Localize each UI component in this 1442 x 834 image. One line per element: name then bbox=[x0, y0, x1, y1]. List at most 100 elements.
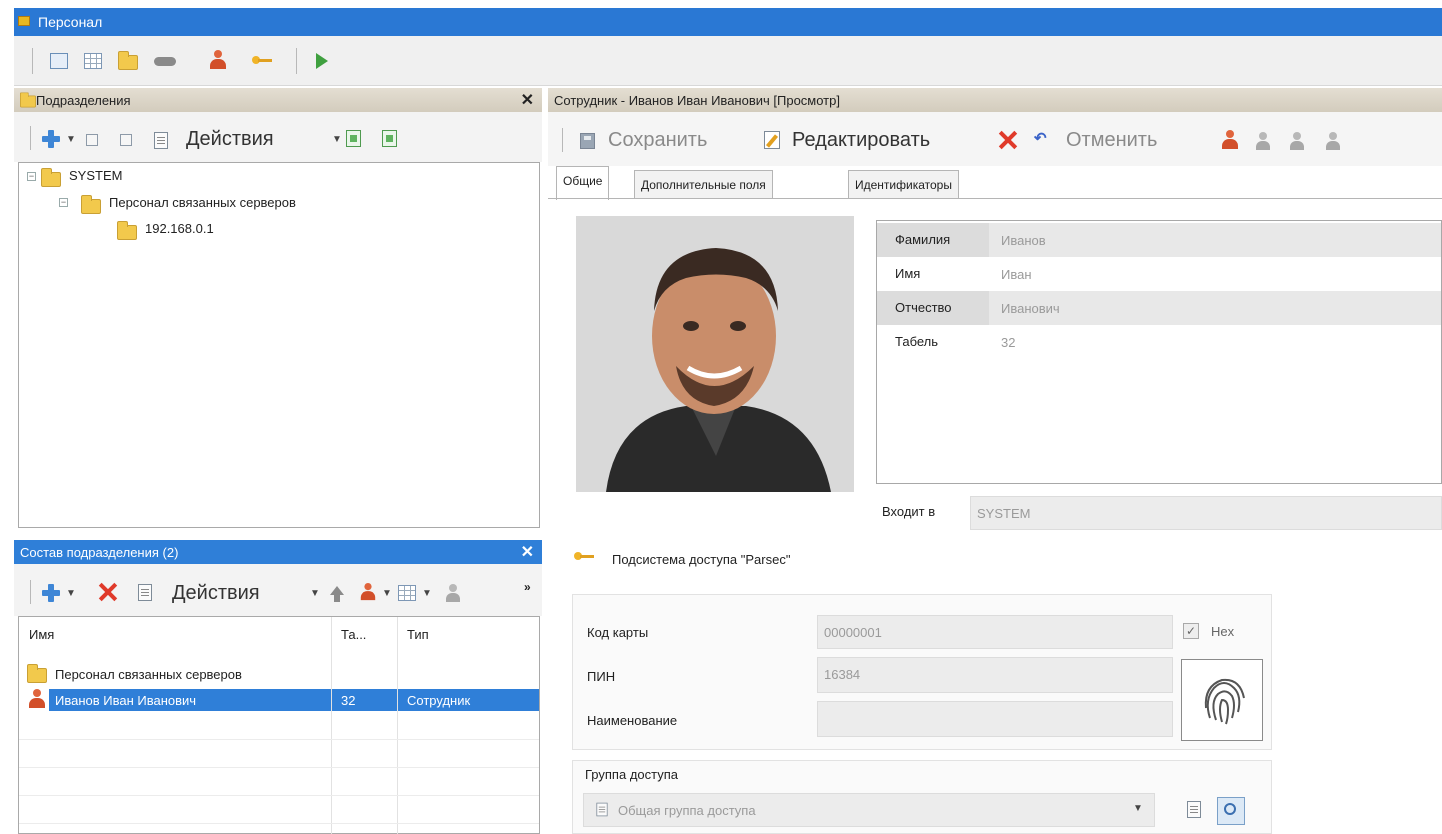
toolbar-separator bbox=[30, 580, 31, 604]
hex-checkbox[interactable]: ✓ bbox=[1183, 623, 1199, 639]
edit-icon[interactable] bbox=[764, 131, 780, 149]
folder-icon[interactable] bbox=[118, 51, 138, 70]
table-row-selected[interactable]: Иванов Иван Иванович 32 Сотрудник bbox=[19, 687, 539, 713]
chevron-down-icon[interactable]: ▼ bbox=[310, 588, 320, 599]
field-row-tab-number: Табель 32 bbox=[877, 325, 1441, 359]
row-divider bbox=[19, 795, 539, 796]
tree-node[interactable]: Персонал связанных серверов bbox=[109, 195, 296, 210]
fingerprint-button[interactable] bbox=[1181, 659, 1263, 741]
properties-icon[interactable] bbox=[154, 132, 168, 149]
chevron-down-icon[interactable]: ▼ bbox=[332, 134, 342, 145]
tab-identifiers[interactable]: Идентификаторы bbox=[848, 170, 959, 198]
person-export-icon[interactable] bbox=[1326, 132, 1340, 150]
add-icon[interactable] bbox=[42, 584, 60, 602]
pin-field[interactable]: 16384 bbox=[817, 657, 1173, 693]
copy-icon[interactable] bbox=[1187, 801, 1201, 818]
person-group-icon[interactable] bbox=[360, 583, 376, 601]
folder-icon bbox=[20, 92, 36, 108]
chevron-down-icon[interactable]: ▼ bbox=[66, 134, 76, 145]
grid-icon[interactable] bbox=[398, 585, 416, 601]
person-icon[interactable] bbox=[1222, 130, 1238, 150]
column-header-type[interactable]: Тип bbox=[407, 627, 429, 642]
surname-value[interactable]: Иванов bbox=[1001, 233, 1046, 248]
save-button[interactable]: Сохранить bbox=[608, 129, 707, 152]
field-row-patronymic: Отчество Иванович bbox=[877, 291, 1441, 325]
member-of-label: Входит в bbox=[882, 504, 936, 519]
composition-toolbar: ▼ Действия ▼ ▼ ▼ » bbox=[14, 564, 542, 616]
chevron-down-icon[interactable]: ▼ bbox=[382, 588, 392, 599]
close-icon[interactable]: ✕ bbox=[521, 90, 534, 110]
tree-expander[interactable]: − bbox=[59, 198, 68, 207]
tree-node[interactable]: SYSTEM bbox=[69, 168, 122, 183]
composition-panel-header: Состав подразделения (2) ✕ bbox=[14, 540, 542, 564]
expand-all-icon[interactable] bbox=[86, 134, 98, 146]
tab-number-value[interactable]: 32 bbox=[1001, 335, 1015, 350]
cloud-icon[interactable] bbox=[154, 53, 176, 67]
search-button[interactable] bbox=[1217, 797, 1245, 825]
employee-photo bbox=[576, 216, 854, 492]
name-value[interactable]: Иван bbox=[1001, 267, 1032, 282]
cancel-button[interactable]: Отменить bbox=[1066, 129, 1157, 152]
employee-toolbar: Сохранить Редактировать ↶ Отменить bbox=[548, 112, 1442, 166]
delete-icon[interactable] bbox=[98, 582, 118, 602]
toolbar-separator bbox=[296, 48, 297, 74]
actions-menu[interactable]: Действия bbox=[186, 128, 274, 151]
pin-label: ПИН bbox=[587, 669, 616, 684]
card-code-label: Код карты bbox=[587, 625, 649, 640]
chevron-down-icon[interactable]: ▼ bbox=[422, 588, 432, 599]
tab-number-label: Табель bbox=[895, 334, 939, 349]
access-group-label: Группа доступа bbox=[585, 767, 678, 782]
person-disabled-icon[interactable] bbox=[1256, 132, 1270, 150]
add-icon[interactable] bbox=[42, 130, 60, 148]
chevron-down-icon[interactable]: ▼ bbox=[1133, 803, 1143, 814]
window-title: Персонал bbox=[38, 14, 103, 30]
person-icon[interactable] bbox=[210, 50, 226, 70]
field-row-surname: Фамилия Иванов bbox=[877, 223, 1441, 257]
main-toolbar bbox=[14, 36, 1442, 86]
table-row[interactable]: Персонал связанных серверов bbox=[19, 663, 539, 687]
person-disabled-icon[interactable] bbox=[446, 584, 460, 602]
delete-icon[interactable] bbox=[998, 130, 1018, 150]
edit-button[interactable]: Редактировать bbox=[792, 129, 930, 152]
tab-strip-border bbox=[548, 198, 1442, 199]
grid-icon[interactable] bbox=[84, 53, 102, 69]
arrow-icon[interactable] bbox=[316, 53, 330, 69]
form-icon[interactable] bbox=[50, 53, 68, 69]
row-divider bbox=[19, 739, 539, 740]
column-header-name[interactable]: Имя bbox=[29, 627, 54, 642]
import-icon[interactable] bbox=[346, 130, 361, 147]
card-code-field[interactable]: 00000001 bbox=[817, 615, 1173, 649]
chevron-down-icon[interactable]: ▼ bbox=[66, 588, 76, 599]
fingerprint-icon bbox=[1204, 678, 1245, 725]
card-name-label: Наименование bbox=[587, 713, 678, 728]
access-group-select[interactable]: Общая группа доступа bbox=[583, 793, 1155, 827]
toolbar-separator bbox=[562, 128, 563, 152]
window-title-bar: Персонал bbox=[14, 8, 1442, 36]
member-of-field[interactable]: SYSTEM bbox=[970, 496, 1442, 530]
collapse-all-icon[interactable] bbox=[120, 134, 132, 146]
properties-icon[interactable] bbox=[138, 584, 152, 601]
toolbar-overflow-button[interactable]: » bbox=[524, 580, 531, 594]
tab-general[interactable]: Общие bbox=[556, 166, 610, 200]
folder-icon bbox=[41, 168, 61, 187]
person-icon bbox=[29, 689, 45, 709]
tree-node[interactable]: 192.168.0.1 bbox=[145, 221, 214, 236]
tab-additional-fields[interactable]: Дополнительные поля bbox=[634, 170, 773, 198]
name-label: Имя bbox=[895, 266, 921, 281]
folder-icon bbox=[27, 664, 47, 683]
person-remove-icon[interactable] bbox=[1290, 132, 1304, 150]
column-divider bbox=[397, 617, 398, 834]
patronymic-value[interactable]: Иванович bbox=[1001, 301, 1060, 316]
export-icon[interactable] bbox=[382, 130, 397, 147]
departments-tree: − SYSTEM − Персонал связанных серверов 1… bbox=[18, 162, 540, 528]
actions-menu[interactable]: Действия bbox=[172, 582, 260, 605]
card-name-field[interactable] bbox=[817, 701, 1173, 737]
close-icon[interactable]: ✕ bbox=[521, 542, 534, 562]
move-up-icon[interactable] bbox=[330, 586, 344, 602]
save-icon[interactable] bbox=[580, 133, 595, 149]
column-header-tab[interactable]: Та... bbox=[341, 627, 366, 642]
undo-icon[interactable]: ↶ bbox=[1034, 130, 1060, 148]
tree-expander[interactable]: − bbox=[27, 172, 36, 181]
key-icon[interactable] bbox=[252, 54, 272, 68]
departments-panel-header: Подразделения ✕ bbox=[14, 88, 542, 112]
